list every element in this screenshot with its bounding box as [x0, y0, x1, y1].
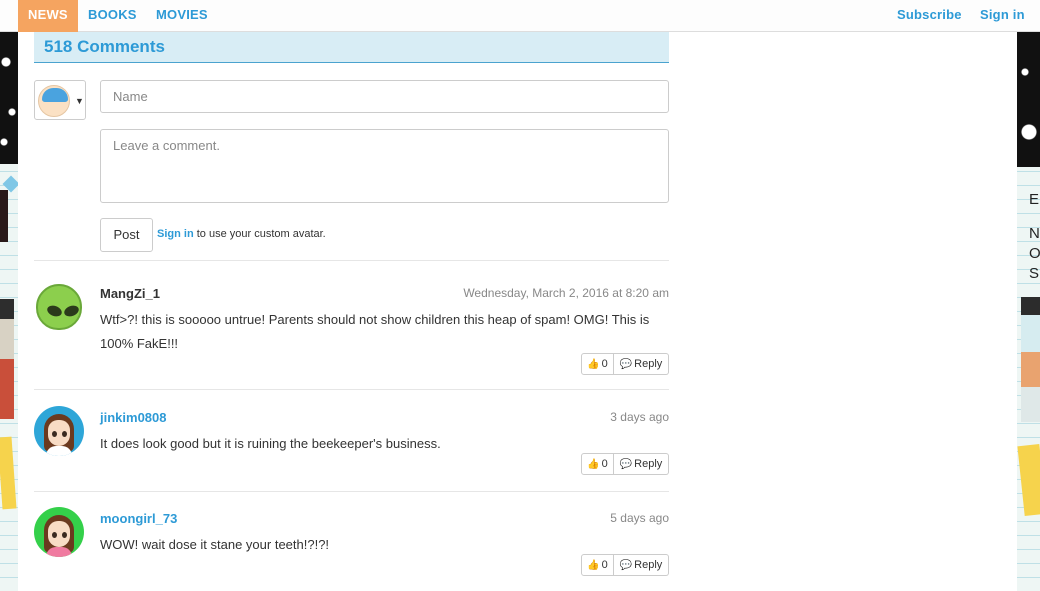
comment-text: Wtf>?! this is sooooo untrue! Parents sh…: [100, 312, 650, 351]
comment-time: 5 days ago: [610, 511, 669, 525]
left-book-cover-1: [0, 190, 8, 242]
speech-bubble-icon: 💬: [619, 560, 633, 571]
signin-note: Sign in to use your custom avatar.: [157, 228, 326, 240]
comment-item: moongirl_73 5 days ago WOW! wait dose it…: [34, 507, 669, 581]
left-decor-pattern: [0, 32, 18, 164]
signin-link[interactable]: Sign in: [980, 0, 1025, 32]
comment-time: Wednesday, March 2, 2016 at 8:20 am: [463, 286, 669, 300]
reply-label: Reply: [634, 458, 663, 470]
avatar-body: [46, 446, 72, 456]
right-decor-pattern: [1017, 32, 1040, 167]
comment-author[interactable]: moongirl_73: [100, 511, 177, 526]
right-side-letter: S: [1029, 265, 1040, 282]
divider: [34, 389, 669, 390]
monkey-avatar-icon: [38, 85, 70, 117]
like-button[interactable]: 👍 0: [581, 353, 614, 375]
speech-bubble-icon: 💬: [619, 459, 633, 470]
comments-section: 518 Comments ▼ Post Sign in to use your …: [18, 32, 1017, 591]
reply-label: Reply: [634, 358, 663, 370]
top-nav: NEWS BOOKS MOVIES Subscribe Sign in: [0, 0, 1040, 32]
right-side-letter: E: [1029, 191, 1040, 208]
post-button[interactable]: Post: [100, 218, 153, 252]
divider: [34, 491, 669, 492]
comment-actions: 👍 0 💬 Reply: [581, 453, 669, 475]
avatar-eye: [62, 532, 67, 538]
like-button[interactable]: 👍 0: [581, 453, 614, 475]
reply-label: Reply: [634, 559, 663, 571]
name-field[interactable]: [100, 80, 669, 113]
comment-actions: 👍 0 💬 Reply: [581, 554, 669, 576]
like-button[interactable]: 👍 0: [581, 554, 614, 576]
avatar-eye: [62, 431, 67, 437]
comment-actions: 👍 0 💬 Reply: [581, 353, 669, 375]
tab-books[interactable]: BOOKS: [88, 0, 137, 32]
left-sticky-note: [0, 436, 17, 510]
thumbs-up-icon: 👍: [587, 560, 600, 571]
alien-avatar-icon: [34, 282, 84, 332]
comment-textarea[interactable]: [101, 130, 668, 202]
signin-note-text: to use your custom avatar.: [196, 228, 326, 240]
comment-field[interactable]: [100, 129, 669, 203]
comment-author[interactable]: jinkim0808: [100, 410, 167, 425]
comment-item: jinkim0808 3 days ago It does look good …: [34, 406, 669, 480]
tab-movies[interactable]: MOVIES: [156, 0, 208, 32]
avatar-eye: [52, 532, 57, 538]
caret-down-icon: ▼: [75, 96, 84, 106]
girl-avatar-icon: [34, 406, 84, 456]
name-input[interactable]: [101, 81, 668, 112]
speech-bubble-icon: 💬: [619, 359, 633, 370]
right-side-letter: O: [1029, 245, 1040, 262]
comment-author[interactable]: MangZi_1: [100, 286, 160, 301]
alien-eye: [45, 303, 64, 319]
alien-eye: [62, 303, 81, 319]
reply-button[interactable]: 💬 Reply: [614, 554, 669, 576]
thumbs-up-icon: 👍: [587, 459, 600, 470]
right-side-decoration: E N O S: [1017, 32, 1040, 591]
girl-avatar-icon: [34, 507, 84, 557]
signin-avatar-link[interactable]: Sign in: [157, 228, 194, 240]
left-book-cover-2: [0, 299, 14, 419]
divider: [34, 260, 669, 261]
comment-item: MangZi_1 Wednesday, March 2, 2016 at 8:2…: [34, 282, 669, 377]
alien-head: [36, 284, 82, 330]
like-count: 0: [601, 458, 608, 470]
thumbs-up-icon: 👍: [587, 359, 600, 370]
avatar-picker[interactable]: ▼: [34, 80, 86, 120]
right-sticky-note: [1017, 444, 1040, 516]
avatar-body: [46, 547, 72, 557]
like-count: 0: [601, 559, 608, 571]
comments-header: 518 Comments: [34, 32, 669, 63]
reply-button[interactable]: 💬 Reply: [614, 353, 669, 375]
comment-time: 3 days ago: [610, 410, 669, 424]
tab-news[interactable]: NEWS: [18, 0, 78, 32]
comments-count: 518 Comments: [44, 37, 165, 56]
subscribe-link[interactable]: Subscribe: [897, 0, 962, 32]
right-book-cover: [1021, 297, 1040, 422]
reply-button[interactable]: 💬 Reply: [614, 453, 669, 475]
hat-shape: [42, 88, 68, 102]
right-side-letters: E N O S: [1029, 190, 1040, 284]
like-count: 0: [601, 358, 608, 370]
avatar-eye: [52, 431, 57, 437]
left-side-decoration: [0, 32, 18, 591]
right-side-letter: N: [1029, 225, 1040, 242]
